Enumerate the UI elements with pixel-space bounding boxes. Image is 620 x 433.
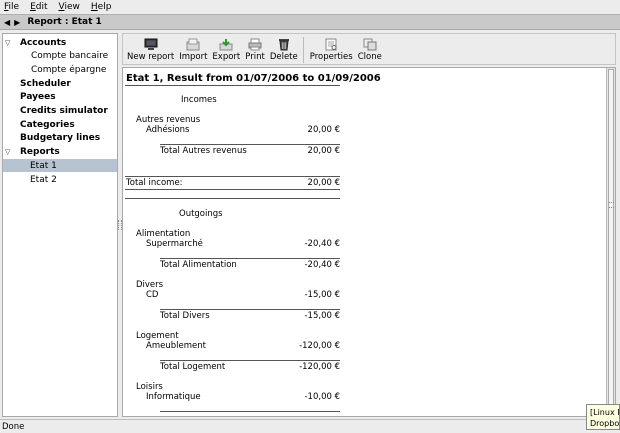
new-report-button[interactable]: New report: [127, 34, 174, 62]
sidebar-item-label: Budgetary lines: [20, 133, 101, 144]
menu-file[interactable]: File: [4, 2, 19, 12]
printer-icon: [248, 37, 262, 51]
sidebar-item-label: Compte bancaire: [31, 51, 109, 62]
tooltip: [Linux P Dropbo: [586, 404, 620, 430]
total-income-line: [125, 176, 340, 177]
outgoing-category: Logement: [136, 331, 179, 341]
sidebar-item-label: Compte épargne: [31, 64, 107, 75]
outgoing-line-value: -15,00 €: [304, 290, 340, 300]
clone-button[interactable]: Clone: [358, 34, 382, 62]
scrollbar-thumb[interactable]: [608, 69, 614, 413]
sidebar-item-label: Categories: [20, 119, 75, 130]
income-total-label: Total Autres revenus: [160, 146, 247, 156]
sidebar-item-etat-2[interactable]: Etat 2: [3, 173, 117, 186]
incomes-header: Incomes: [181, 95, 217, 105]
import-icon: [186, 37, 200, 51]
properties-button[interactable]: Properties: [310, 34, 353, 62]
outgoing-total-value: -120,00 €: [299, 362, 340, 372]
sidebar-item-compte-pargne[interactable]: Compte épargne: [3, 63, 117, 76]
sidebar-item-label: Credits simulator: [20, 106, 108, 116]
report-title-underline: [125, 85, 340, 86]
section-separator-2: [125, 198, 340, 199]
trash-icon: [277, 37, 291, 51]
outgoing-total-value: -15,00 €: [304, 311, 340, 321]
income-subtotal-line: [160, 144, 340, 145]
forward-arrow-icon[interactable]: ▶: [14, 18, 20, 27]
sidebar-item-categories[interactable]: Categories: [3, 118, 117, 131]
clone-icon: [363, 37, 377, 51]
sidebar-item-label: Reports: [20, 147, 60, 158]
sidebar-item-scheduler[interactable]: Scheduler: [3, 77, 117, 90]
sidebar-item-etat-1[interactable]: Etat 1: [3, 159, 117, 173]
menu-help[interactable]: Help: [91, 2, 112, 12]
report-view: Etat 1, Result from 01/07/2006 to 01/09/…: [122, 67, 616, 417]
expander-triangle-icon[interactable]: ▽: [5, 148, 10, 156]
expander-triangle-icon[interactable]: ▽: [5, 39, 10, 47]
outgoing-subtotal-line: [160, 360, 340, 361]
sidebar-item-payees[interactable]: Payees: [3, 91, 117, 104]
section-separator-1: [125, 189, 340, 190]
print-button[interactable]: Print: [245, 34, 265, 62]
export-button[interactable]: Export: [212, 34, 240, 62]
outgoing-line-label: Supermarché: [146, 239, 203, 249]
outgoing-subtotal-line: [160, 258, 340, 259]
export-icon: [219, 37, 233, 51]
outgoing-category: Loisirs: [136, 382, 163, 392]
outgoing-line-value: -20,40 €: [304, 239, 340, 249]
properties-icon: [324, 37, 338, 51]
sidebar-item-label: Payees: [20, 92, 56, 103]
toolbar: New report Import Export Print Delete Pr…: [122, 33, 616, 65]
sidebar-item-budgetary-lines[interactable]: Budgetary lines: [3, 132, 117, 145]
income-line-value: 20,00 €: [307, 125, 340, 135]
sidebar-item-reports[interactable]: ▽ Reports: [3, 146, 117, 159]
outgoing-total-label: Total Alimentation: [160, 260, 237, 270]
outgoings-header: Outgoings: [179, 209, 223, 219]
sidebar-item-compte-bancaire[interactable]: Compte bancaire: [3, 50, 117, 63]
menu-view[interactable]: View: [59, 2, 80, 12]
status-bar: Done: [0, 419, 620, 433]
delete-button[interactable]: Delete: [270, 34, 298, 62]
menu-bar: File Edit View Help: [0, 0, 620, 14]
sidebar-item-accounts[interactable]: ▽ Accounts: [3, 36, 117, 49]
outgoing-subtotal-line: [160, 411, 340, 412]
sidebar-item-label: Accounts: [20, 37, 67, 48]
navigation-bar: ◀ ▶ Report : Etat 1: [0, 14, 620, 30]
outgoing-line-value: -120,00 €: [299, 341, 340, 351]
report-title: Etat 1, Result from 01/07/2006 to 01/09/…: [126, 73, 381, 84]
sidebar-tree[interactable]: ▽ Accounts Compte bancaire Compte épargne Sc…: [2, 33, 118, 417]
income-line-label: Adhésions: [146, 125, 190, 135]
import-button[interactable]: Import: [179, 34, 207, 62]
sidebar-item-credits-simulator[interactable]: Credits simulator: [3, 105, 117, 118]
scroll-grip-icon: [609, 202, 614, 208]
outgoing-category: Alimentation: [136, 229, 191, 239]
menu-edit[interactable]: Edit: [30, 2, 47, 12]
outgoing-total-label: Total Logement: [160, 362, 226, 372]
outgoing-line-label: Ameublement: [146, 341, 206, 351]
outgoing-total-label: Total Divers: [160, 311, 210, 321]
toolbar-separator: [302, 37, 304, 63]
total-income-value: 20,00 €: [307, 178, 340, 188]
sidebar-item-label: Scheduler: [20, 78, 71, 89]
outgoing-line-value: -10,00 €: [304, 392, 340, 402]
outgoing-category: Divers: [136, 280, 164, 290]
sidebar-item-label: Etat 1: [30, 160, 57, 171]
page-title: Report : Etat 1: [27, 17, 102, 27]
outgoing-line-label: CD: [146, 290, 159, 300]
vertical-scrollbar[interactable]: [606, 68, 615, 416]
sidebar-item-label: Etat 2: [30, 174, 57, 185]
outgoing-total-value: -20,40 €: [304, 260, 340, 270]
monitor-icon: [144, 37, 158, 51]
outgoing-line-label: Informatique: [146, 392, 201, 402]
income-total-value: 20,00 €: [307, 146, 340, 156]
income-category: Autres revenus: [136, 115, 201, 125]
outgoing-subtotal-line: [160, 309, 340, 310]
total-income-label: Total income:: [126, 178, 183, 188]
status-text: Done: [2, 421, 25, 432]
back-arrow-icon[interactable]: ◀: [4, 18, 10, 27]
